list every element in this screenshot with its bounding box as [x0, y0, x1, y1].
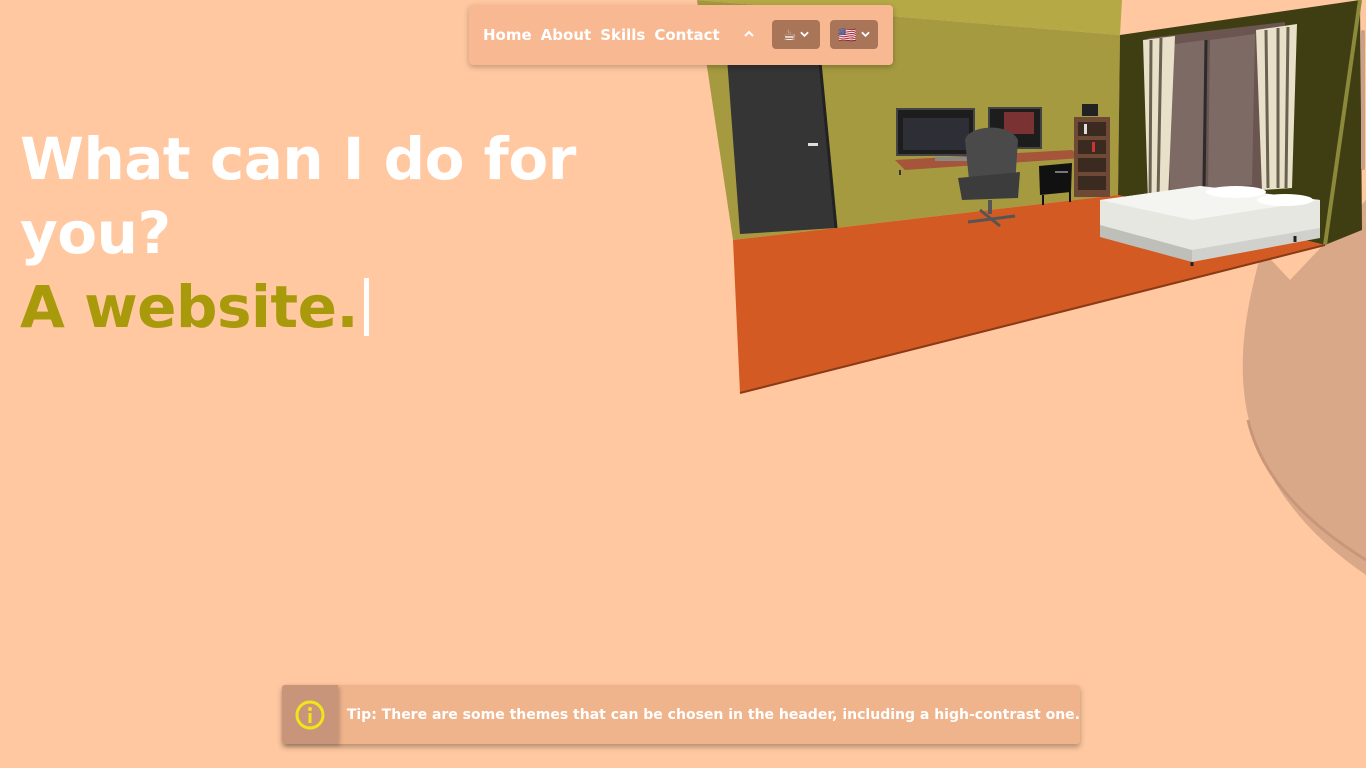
navbar: Home About Skills Contact ☕ 🇺🇸 — [469, 5, 893, 65]
scrollbar-thumb[interactable] — [1361, 30, 1365, 170]
chevron-down-icon — [861, 31, 870, 38]
nav-contact-link[interactable]: Contact — [654, 26, 719, 44]
tip-text: Tip: There are some themes that can be c… — [346, 706, 1080, 723]
typing-cursor — [364, 278, 370, 336]
collapse-header-button[interactable] — [741, 25, 757, 41]
hero-question: What can I do for you? — [20, 125, 576, 267]
language-select[interactable]: 🇺🇸 — [830, 20, 878, 49]
page-scrollbar[interactable] — [1360, 0, 1366, 768]
door — [727, 58, 836, 234]
room-3d-scene[interactable] — [690, 0, 1366, 600]
nav-skills-link[interactable]: Skills — [600, 26, 645, 44]
hero-answer: A website. — [20, 273, 359, 341]
nav-home-link[interactable]: Home — [483, 26, 532, 44]
room-illustration — [697, 0, 1366, 575]
us-flag-icon: 🇺🇸 — [838, 25, 857, 44]
coffee-icon: ☕ — [782, 25, 797, 44]
hero-section: What can I do for you? A website. — [20, 122, 640, 344]
chevron-down-icon — [800, 31, 809, 38]
nav-about-link[interactable]: About — [541, 26, 592, 44]
tip-toast: Tip: There are some themes that can be c… — [282, 685, 1080, 744]
hero-answer-line: A website. — [20, 270, 640, 344]
theme-select[interactable]: ☕ — [772, 20, 820, 49]
chevron-up-icon — [744, 30, 754, 37]
tip-icon-container — [282, 685, 338, 744]
info-circle-icon — [295, 700, 325, 729]
bookshelf — [1074, 104, 1110, 197]
